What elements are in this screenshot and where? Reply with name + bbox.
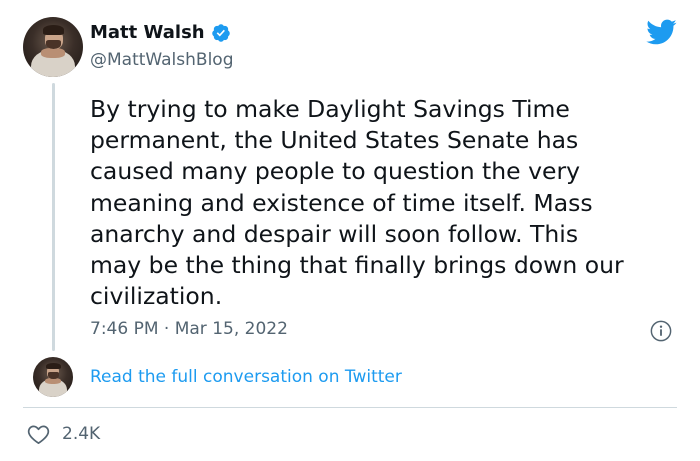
author-name-row[interactable]: Matt Walsh	[90, 22, 231, 43]
author-handle[interactable]: @MattWalshBlog	[90, 50, 234, 70]
divider	[23, 407, 677, 408]
avatar-hand-shape	[45, 377, 61, 385]
conversation-avatar[interactable]	[33, 357, 73, 397]
thread-connector-line	[52, 83, 55, 351]
author-name[interactable]: Matt Walsh	[90, 22, 205, 43]
read-conversation-link[interactable]: Read the full conversation on Twitter	[90, 367, 402, 387]
avatar-hair-shape	[42, 25, 65, 35]
info-icon[interactable]	[650, 320, 672, 342]
avatar-hand-shape	[41, 48, 65, 58]
verified-badge-icon	[211, 23, 230, 42]
tweet-text: By trying to make Daylight Savings Time …	[90, 95, 624, 311]
avatar-hair-shape	[46, 362, 61, 369]
author-avatar[interactable]	[23, 17, 83, 77]
twitter-bird-icon[interactable]	[645, 18, 677, 46]
tweet-timestamp[interactable]: 7:46 PM · Mar 15, 2022	[90, 319, 288, 339]
like-count: 2.4K	[62, 424, 101, 444]
heart-icon	[27, 425, 50, 444]
avatar-beard-shape	[48, 372, 59, 379]
like-button[interactable]: 2.4K	[27, 423, 100, 445]
